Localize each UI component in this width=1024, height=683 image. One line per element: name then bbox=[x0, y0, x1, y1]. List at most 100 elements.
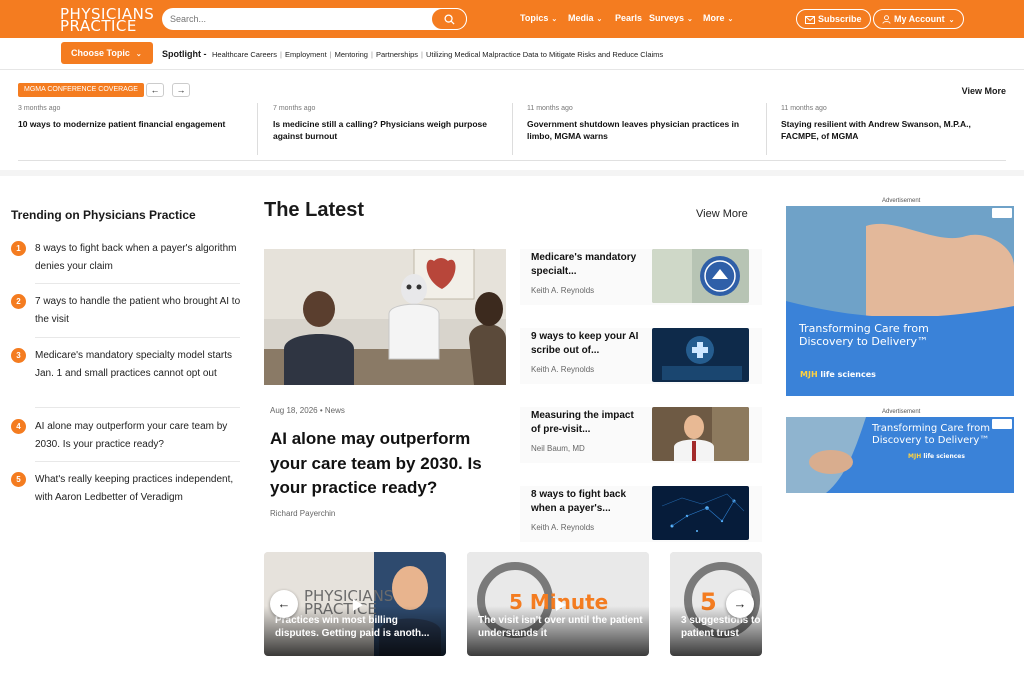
ad-image bbox=[786, 206, 1014, 396]
nav-topics-label: Topics bbox=[520, 13, 549, 23]
article-thumbnail[interactable] bbox=[652, 249, 749, 303]
nav-more[interactable]: More ⌄ bbox=[703, 13, 733, 23]
video-title[interactable]: The visit isn't over until the patient u… bbox=[478, 614, 643, 640]
article-title[interactable]: 8 ways to fight back when a payer's... bbox=[531, 488, 643, 516]
subscribe-label: Subscribe bbox=[818, 14, 862, 24]
nav-topics[interactable]: Topics ⌄ bbox=[520, 13, 557, 23]
video-card[interactable]: 5 Minute The visit isn't over until the … bbox=[467, 552, 649, 656]
conference-article[interactable]: 11 months ago Government shutdown leaves… bbox=[527, 105, 755, 157]
article-title[interactable]: Government shutdown leaves physician pra… bbox=[527, 118, 755, 142]
article-age: 11 months ago bbox=[527, 105, 573, 112]
spotlight-label: Spotlight - bbox=[162, 49, 207, 59]
article-title[interactable]: 10 ways to modernize patient financial e… bbox=[18, 118, 258, 130]
article-author[interactable]: Keith A. Reynolds bbox=[531, 523, 594, 532]
trending-item-title[interactable]: What's really keeping practices independ… bbox=[35, 471, 241, 506]
search-input[interactable] bbox=[170, 11, 420, 27]
advertisement-banner[interactable]: Transforming Care from Discovery to Deli… bbox=[786, 417, 1014, 493]
latest-article-card[interactable]: 9 ways to keep your AI scribe out of... … bbox=[520, 328, 762, 384]
latest-article-card[interactable]: Measuring the impact of pre-visit... Nei… bbox=[520, 407, 762, 463]
trending-item-title[interactable]: AI alone may outperform your care team b… bbox=[35, 418, 241, 453]
divider bbox=[35, 283, 240, 284]
article-thumbnail[interactable] bbox=[652, 328, 749, 382]
nav-media[interactable]: Media ⌄ bbox=[568, 13, 602, 23]
spotlight-link[interactable]: Partnerships bbox=[376, 50, 418, 59]
ad-brand: MJH life sciences bbox=[908, 453, 965, 460]
spotlight-link[interactable]: Mentoring bbox=[335, 50, 368, 59]
divider bbox=[766, 103, 767, 155]
arrow-left-icon: ← bbox=[277, 596, 291, 611]
conference-article[interactable]: 7 months ago Is medicine still a calling… bbox=[273, 105, 498, 157]
advertisement-banner[interactable]: Transforming Care from Discovery to Deli… bbox=[786, 206, 1014, 396]
divider bbox=[35, 337, 240, 338]
article-thumbnail[interactable] bbox=[652, 486, 749, 540]
ad-brand-name: life sciences bbox=[820, 370, 876, 379]
divider bbox=[35, 407, 240, 408]
conference-view-more-link[interactable]: View More bbox=[962, 86, 1006, 96]
nav-surveys[interactable]: Surveys ⌄ bbox=[649, 13, 693, 23]
my-account-label: My Account bbox=[894, 14, 945, 24]
article-age: 3 months ago bbox=[18, 105, 61, 112]
spotlight-link[interactable]: Healthcare Careers bbox=[212, 50, 277, 59]
search-button[interactable] bbox=[431, 8, 467, 30]
trending-item-title[interactable]: 7 ways to handle the patient who brought… bbox=[35, 293, 241, 328]
carousel-prev-button[interactable]: ← bbox=[146, 83, 164, 97]
choose-topic-label: Choose Topic bbox=[71, 48, 130, 58]
spotlight-bar: Choose Topic ⌄ Spotlight - Healthcare Car… bbox=[0, 38, 1024, 70]
article-title[interactable]: Medicare's mandatory specialt... bbox=[531, 251, 643, 279]
article-author[interactable]: Keith A. Reynolds bbox=[531, 286, 594, 295]
my-account-button[interactable]: My Account ⌄ bbox=[873, 9, 964, 29]
nav-pearls[interactable]: Pearls bbox=[615, 13, 642, 23]
search-icon bbox=[444, 14, 455, 25]
carousel-next-button[interactable]: → bbox=[172, 83, 190, 97]
chevron-down-icon: ⌄ bbox=[596, 16, 603, 23]
nav-surveys-label: Surveys bbox=[649, 13, 685, 23]
video-title[interactable]: 3 suggestions to patient trust bbox=[681, 614, 761, 640]
site-logo[interactable]: PHYSICIANS PRACTICE bbox=[60, 7, 154, 34]
choose-topic-button[interactable]: Choose Topic ⌄ bbox=[61, 42, 153, 64]
article-title[interactable]: 9 ways to keep your AI scribe out of... bbox=[531, 330, 643, 358]
medicare-seal-image bbox=[652, 249, 749, 303]
trending-rank-badge: 3 bbox=[11, 348, 26, 363]
latest-article-card[interactable]: Medicare's mandatory specialt... Keith A… bbox=[520, 249, 762, 305]
ad-headline: Transforming Care from Discovery to Deli… bbox=[799, 322, 929, 348]
subscribe-button[interactable]: Subscribe bbox=[796, 9, 871, 29]
trending-item-title[interactable]: Medicare's mandatory specialty model sta… bbox=[35, 347, 241, 382]
nav-more-label: More bbox=[703, 13, 725, 23]
adchoices-icon[interactable] bbox=[992, 208, 1012, 218]
chevron-down-icon: ⌄ bbox=[948, 17, 955, 24]
article-title[interactable]: Staying resilient with Andrew Swanson, M… bbox=[781, 118, 1006, 142]
divider bbox=[257, 103, 258, 155]
article-author[interactable]: Keith A. Reynolds bbox=[531, 365, 594, 374]
ad-brand-name: life sciences bbox=[923, 453, 965, 460]
conference-article[interactable]: 3 months ago 10 ways to modernize patien… bbox=[18, 105, 258, 157]
latest-article-card[interactable]: 8 ways to fight back when a payer's... K… bbox=[520, 486, 762, 542]
hero-author[interactable]: Richard Payerchin bbox=[270, 509, 335, 518]
article-title[interactable]: Measuring the impact of pre-visit... bbox=[531, 409, 643, 437]
article-thumbnail[interactable] bbox=[652, 407, 749, 461]
hero-article-image[interactable] bbox=[264, 249, 506, 385]
trending-rank-badge: 1 bbox=[11, 241, 26, 256]
advertisement-label: Advertisement bbox=[882, 409, 921, 415]
video-prev-button[interactable]: ← bbox=[270, 590, 298, 618]
video-title[interactable]: Practices win most billing disputes. Get… bbox=[275, 614, 440, 640]
video-next-button[interactable]: → bbox=[726, 590, 754, 618]
hero-date: Aug 18, 2026 bbox=[270, 406, 318, 415]
chevron-down-icon: ⌄ bbox=[687, 16, 693, 23]
play-icon[interactable] bbox=[348, 596, 366, 614]
latest-view-more-link[interactable]: View More bbox=[696, 208, 748, 220]
trending-item-title[interactable]: 8 ways to fight back when a payer's algo… bbox=[35, 240, 241, 275]
nav-pearls-label: Pearls bbox=[615, 13, 643, 23]
hero-article-title[interactable]: AI alone may outperform your care team b… bbox=[270, 427, 510, 501]
hero-category[interactable]: News bbox=[325, 406, 345, 415]
trending-rank-badge: 2 bbox=[11, 294, 26, 309]
spotlight-link[interactable]: Employment bbox=[285, 50, 327, 59]
hero-meta: Aug 18, 2026 • News bbox=[270, 406, 345, 415]
article-author[interactable]: Neil Baum, MD bbox=[531, 444, 585, 453]
article-title[interactable]: Is medicine still a calling? Physicians … bbox=[273, 118, 498, 142]
conference-tag[interactable]: MGMA CONFERENCE COVERAGE bbox=[18, 83, 144, 97]
conference-article[interactable]: 11 months ago Staying resilient with And… bbox=[781, 105, 1006, 157]
spotlight-link[interactable]: Utilizing Medical Malpractice Data to Mi… bbox=[426, 50, 663, 59]
search-box bbox=[162, 8, 467, 30]
play-icon[interactable] bbox=[551, 596, 569, 614]
trending-rank-badge: 5 bbox=[11, 472, 26, 487]
